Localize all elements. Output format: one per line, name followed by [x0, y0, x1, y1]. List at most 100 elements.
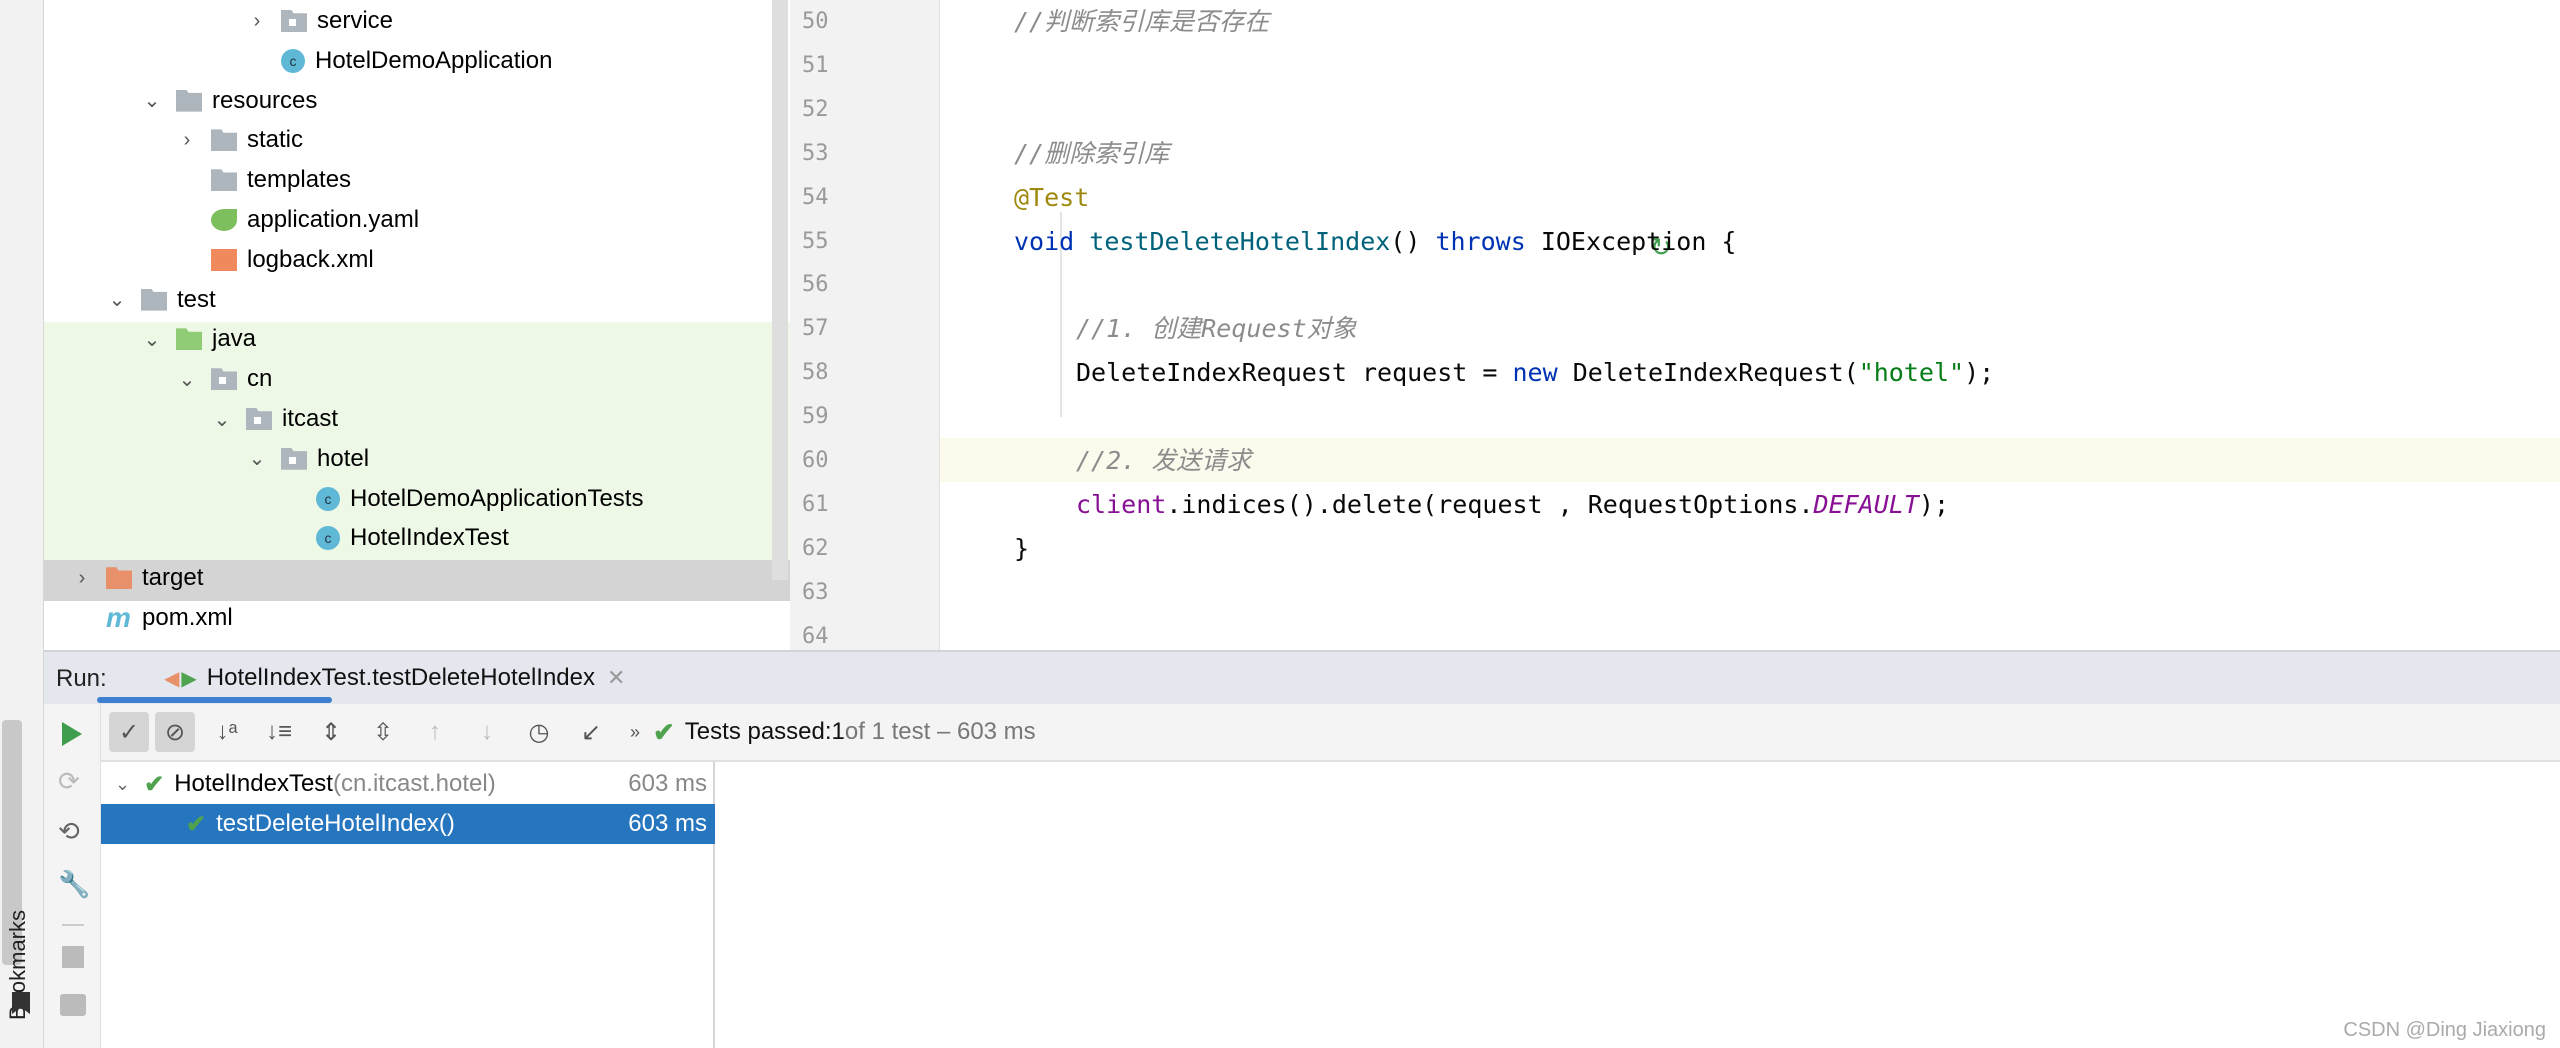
code-line: DeleteIndexRequest request = new DeleteI…	[1076, 351, 1994, 395]
code-token: DEFAULT	[1813, 489, 1919, 519]
tree-item[interactable]: ⌄ itcast	[44, 399, 774, 439]
tree-item-label: HotelIndexTest	[350, 524, 509, 552]
wrench-icon[interactable]: 🔧	[58, 869, 90, 900]
code-token: "hotel"	[1858, 358, 1965, 388]
test-result-row[interactable]: ✔ testDeleteHotelIndex() 603 ms	[101, 804, 715, 844]
show-ignored-icon[interactable]: ⊘	[155, 712, 195, 752]
more-icon[interactable]: »	[623, 712, 647, 752]
code-line: }	[1014, 527, 1029, 571]
tree-item[interactable]: › static	[44, 120, 774, 160]
collapse-all-icon[interactable]: ⇳	[363, 712, 403, 752]
code-line: @Test	[1014, 176, 1089, 220]
code-token: client	[1076, 489, 1167, 519]
run-tab-label: HotelIndexTest.testDeleteHotelIndex	[206, 664, 595, 691]
tree-item-label: pom.xml	[142, 604, 233, 631]
test-result-row[interactable]: ⌄ ✔ HotelIndexTest (cn.itcast.hotel) 603 ms	[101, 764, 715, 804]
sort-alphabetically-icon[interactable]: ↓ᵃ	[207, 712, 247, 752]
tree-item-label: logback.xml	[247, 245, 374, 273]
tree-item[interactable]: ⌄ resources	[44, 81, 774, 121]
code-token: ()	[1390, 226, 1436, 256]
project-tree: › service c HotelDemoApplication ⌄ resources ›…	[44, 0, 790, 650]
code-token: .indices().delete(request , RequestOptio…	[1166, 489, 1814, 519]
tree-item[interactable]: › service	[44, 1, 774, 41]
tree-item-label: cn	[247, 365, 273, 393]
tree-item[interactable]: logback.xml	[44, 240, 774, 280]
expand-all-icon[interactable]: ⇕	[311, 712, 351, 752]
rerun-icon[interactable]	[62, 722, 82, 746]
tree-item[interactable]: c HotelDemoApplicationTests	[44, 479, 774, 519]
rerun-failed-icon[interactable]: ⟳	[58, 766, 80, 797]
tree-item[interactable]: m pom.xml	[44, 598, 774, 638]
tree-item[interactable]: ⌄ java	[44, 319, 774, 359]
package-folder-icon	[246, 408, 272, 430]
tree-item[interactable]: ⌄ cn	[44, 359, 774, 399]
code-token: DeleteIndexRequest request =	[1076, 358, 1513, 388]
line-number: 56	[802, 272, 829, 298]
chevron-down-icon[interactable]: ⌄	[107, 287, 127, 312]
line-number: 51	[802, 52, 829, 78]
line-number: 58	[802, 360, 829, 386]
code-line: client.indices().delete(request , Reques…	[1076, 483, 1949, 527]
chevron-down-icon[interactable]: ⌄	[115, 774, 130, 795]
tree-item[interactable]: templates	[44, 160, 774, 200]
tree-item[interactable]: application.yaml	[44, 200, 774, 240]
test-name: testDeleteHotelIndex()	[216, 810, 455, 837]
tree-item[interactable]: c HotelDemoApplication	[44, 41, 774, 81]
sort-by-duration-icon[interactable]: ↓≡	[259, 712, 299, 752]
chevron-down-icon[interactable]: ⌄	[142, 88, 162, 113]
line-number: 55	[802, 228, 829, 254]
watermark: CSDN @Ding Jiaxiong	[2343, 1019, 2546, 1041]
code-token: void	[1014, 226, 1090, 256]
tree-item-label: static	[247, 126, 304, 154]
line-number: 61	[802, 491, 829, 517]
stop-icon[interactable]	[62, 946, 84, 968]
line-number: 52	[802, 96, 829, 122]
bookmarks-tab[interactable]: Bookmarks	[5, 895, 35, 1035]
tree-item[interactable]: c HotelIndexTest	[44, 518, 774, 558]
show-passed-icon[interactable]: ✓	[109, 712, 149, 752]
camera-icon[interactable]	[60, 994, 86, 1016]
close-tab-icon[interactable]: ✕	[607, 665, 625, 691]
xml-file-icon	[211, 248, 237, 271]
line-number: 50	[802, 9, 829, 34]
test-root-folder-icon	[176, 328, 202, 351]
code-token: DeleteIndexRequest(	[1572, 358, 1859, 388]
tree-item-label: resources	[212, 86, 318, 114]
previous-test-icon[interactable]: ↑	[415, 712, 455, 752]
test-class-icon: c	[316, 486, 340, 511]
tree-item[interactable]: › target	[44, 558, 774, 598]
run-label: Run:	[56, 665, 107, 692]
chevron-right-icon[interactable]: ›	[247, 10, 267, 33]
maven-icon: m	[106, 602, 131, 633]
chevron-down-icon[interactable]: ⌄	[247, 446, 267, 471]
chevron-right-icon[interactable]: ›	[177, 129, 197, 152]
line-number: 63	[802, 579, 829, 605]
test-duration: 603 ms	[628, 770, 707, 797]
left-tool-strip: Bookmarks	[0, 0, 44, 1048]
line-number: 62	[802, 535, 829, 561]
tests-passed-count: 1	[831, 718, 845, 745]
line-number: 64	[802, 623, 829, 649]
chevron-down-icon[interactable]: ⌄	[142, 327, 162, 352]
tree-item[interactable]: ⌄ hotel	[44, 439, 774, 479]
package-folder-icon	[281, 10, 307, 32]
code-token: //2. 发送请求	[1076, 446, 1252, 475]
chevron-right-icon[interactable]: ›	[72, 567, 92, 590]
test-runner-toolbar: ✓ ⊘ ↓ᵃ ↓≡ ⇕ ⇳ ↑ ↓ ◷ ↙ » ✔ Tests passed: …	[101, 704, 2560, 762]
code-token: testDeleteHotelIndex	[1089, 226, 1391, 256]
toggle-auto-test-icon[interactable]: ⟲	[58, 816, 80, 847]
code-editor[interactable]: 50 51 52 53 54 55 56 57 58 59 60 61 62 63 64 ↻ //判断索引库…	[790, 0, 2560, 650]
code-line: //删除索引库	[1014, 132, 1169, 176]
next-test-icon[interactable]: ↓	[467, 712, 507, 752]
import-tests-icon[interactable]: ↙	[571, 712, 611, 752]
tree-item[interactable]: ⌄ test	[44, 280, 774, 320]
test-class-icon: c	[316, 526, 340, 551]
chevron-down-icon[interactable]: ⌄	[177, 367, 197, 392]
tree-scrollbar[interactable]	[772, 0, 788, 580]
chevron-down-icon[interactable]: ⌄	[212, 407, 232, 432]
test-results-tree: ⌄ ✔ HotelIndexTest (cn.itcast.hotel) 603 ms…	[101, 762, 715, 1048]
code-token: //1. 创建Request对象	[1076, 314, 1357, 344]
test-history-icon[interactable]: ◷	[519, 712, 559, 752]
code-token: //判断索引库是否存在	[1014, 7, 1270, 36]
spring-boot-class-icon: c	[281, 48, 305, 73]
